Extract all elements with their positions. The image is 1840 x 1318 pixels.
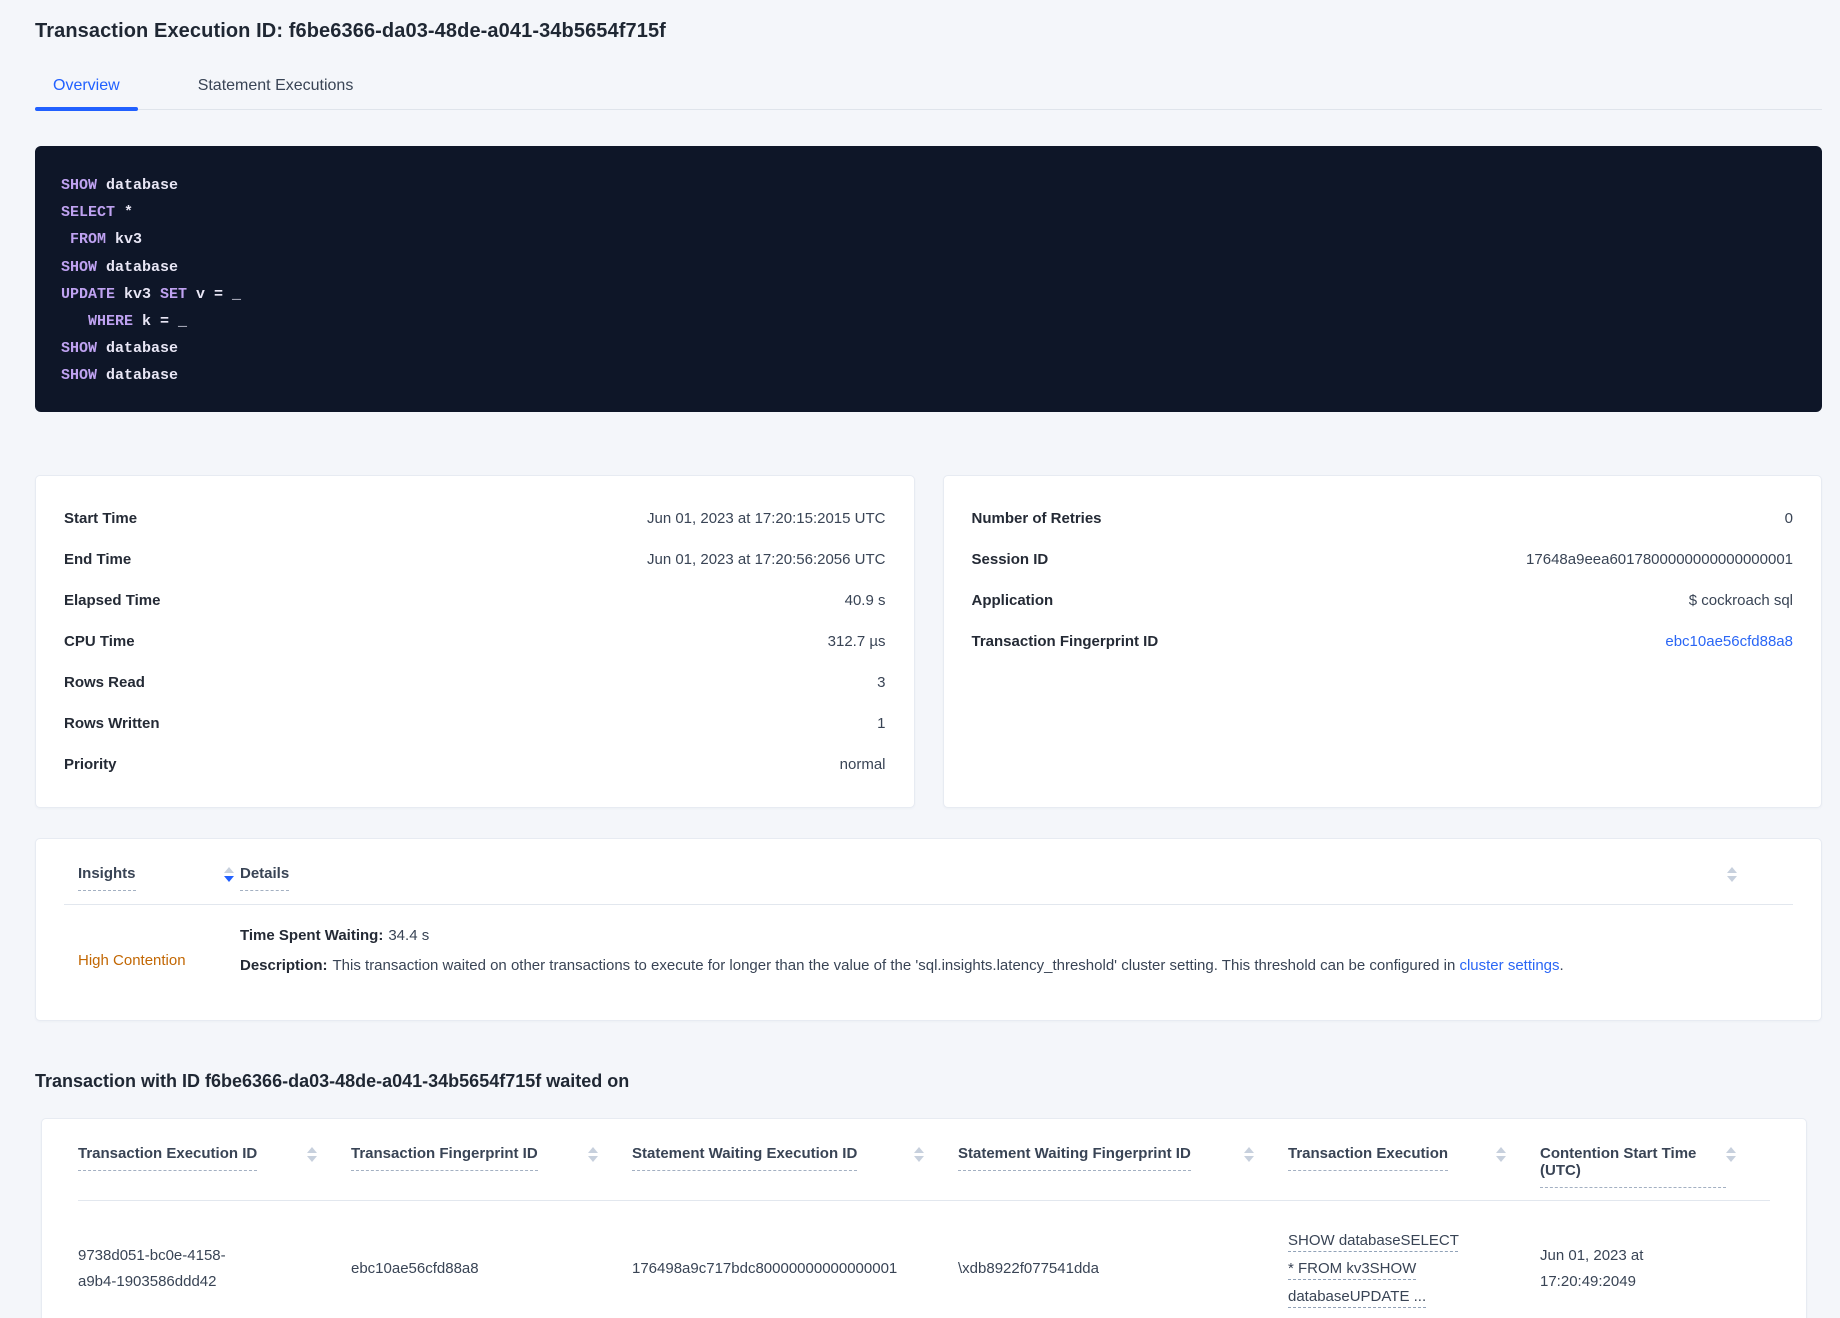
insight-row: High Contention Time Spent Waiting: 34.4 … xyxy=(64,905,1793,981)
detail-label: Session ID xyxy=(971,551,1049,568)
detail-label: Rows Written xyxy=(64,715,160,732)
detail-value: Jun 01, 2023 at 17:20:56:2056 UTC xyxy=(646,551,886,568)
cell-stmt-waiting-execution-id: 176498a9c717bdc80000000000000001 xyxy=(632,1260,898,1277)
sql-statements-box: SHOW database SELECT * FROM kv3 SHOW dat… xyxy=(35,146,1822,412)
cell-txn-execution-id: 9738d051-bc0e-4158-a9b4-1903586ddd42 xyxy=(78,1247,226,1290)
detail-value: 17648a9eea6017800000000000000001 xyxy=(1526,551,1793,568)
sql-line: SHOW database xyxy=(61,367,179,385)
sql-line: SHOW database xyxy=(61,258,179,276)
column-header-stmt-waiting-fingerprint-id[interactable]: Statement Waiting Fingerprint ID xyxy=(958,1145,1288,1188)
detail-row-txn-fingerprint-id: Transaction Fingerprint ID ebc10ae56cfd8… xyxy=(972,621,1794,662)
transaction-fingerprint-link[interactable]: ebc10ae56cfd88a8 xyxy=(1665,633,1793,650)
insights-column-label[interactable]: Insights xyxy=(78,865,136,891)
sort-icon[interactable] xyxy=(224,867,234,882)
time-spent-waiting: Time Spent Waiting: 34.4 s xyxy=(240,927,430,944)
detail-label: Rows Read xyxy=(64,674,145,691)
column-header-contention-start-time[interactable]: Contention Start Time (UTC) xyxy=(1540,1145,1770,1188)
details-column-header[interactable]: Details xyxy=(240,865,290,891)
sql-line: FROM kv3 xyxy=(70,231,143,249)
detail-value: 0 xyxy=(1784,510,1793,527)
detail-value: $ cockroach sql xyxy=(1688,592,1793,609)
detail-label: Elapsed Time xyxy=(64,592,161,609)
detail-row-start-time: Start Time Jun 01, 2023 at 17:20:15:2015… xyxy=(64,498,886,539)
detail-row-application: Application $ cockroach sql xyxy=(972,580,1794,621)
detail-row-elapsed-time: Elapsed Time 40.9 s xyxy=(64,580,886,621)
cell-contention-start-time: Jun 01, 2023 at 17:20:49:2049 xyxy=(1540,1247,1644,1290)
column-header-txn-fingerprint-id[interactable]: Transaction Fingerprint ID xyxy=(351,1145,632,1188)
insights-column-header[interactable]: Insights xyxy=(64,865,240,891)
insight-details: Time Spent Waiting: 34.4 s Description: Th… xyxy=(240,921,1793,981)
detail-value: 1 xyxy=(877,715,886,732)
transaction-execution-link[interactable]: SHOW databaseSELECT * FROM kv3SHOW datab… xyxy=(1288,1227,1466,1311)
detail-label: Transaction Fingerprint ID xyxy=(971,633,1159,650)
detail-label: Number of Retries xyxy=(971,510,1102,527)
detail-row-rows-read: Rows Read 3 xyxy=(64,662,886,703)
sql-line: UPDATE kv3 SET v = _ xyxy=(61,285,242,303)
details-column-label[interactable]: Details xyxy=(240,865,290,891)
insight-type-label: High Contention xyxy=(78,951,186,969)
detail-row-end-time: End Time Jun 01, 2023 at 17:20:56:2056 U… xyxy=(64,539,886,580)
cell-txn-fingerprint-id: ebc10ae56cfd88a8 xyxy=(351,1260,479,1277)
detail-row-rows-written: Rows Written 1 xyxy=(64,703,886,744)
sort-icon[interactable] xyxy=(307,1147,317,1162)
cell-txn-execution: SHOW databaseSELECT * FROM kv3SHOW datab… xyxy=(1288,1227,1540,1311)
sort-icon[interactable] xyxy=(1727,867,1737,882)
sort-icon[interactable] xyxy=(1726,1147,1736,1162)
column-header-txn-execution[interactable]: Transaction Execution xyxy=(1288,1145,1540,1188)
tab-bar: Overview Statement Executions xyxy=(35,77,1822,111)
page-title: Transaction Execution ID: f6be6366-da03-… xyxy=(35,20,666,42)
transaction-execution-details-page: Transaction Execution ID: f6be6366-da03-… xyxy=(0,0,1840,1318)
table-row: 9738d051-bc0e-4158-a9b4-1903586ddd42 ebc… xyxy=(78,1201,1770,1318)
insights-table-header: Insights Details xyxy=(64,839,1793,905)
sort-icon[interactable] xyxy=(588,1147,598,1162)
detail-label: CPU Time xyxy=(64,633,135,650)
sql-line: WHERE k = _ xyxy=(88,313,188,331)
waited-on-table-card: Transaction Execution ID Transaction Fin… xyxy=(41,1118,1807,1318)
sql-line: SHOW database xyxy=(61,340,179,358)
detail-value: Jun 01, 2023 at 17:20:15:2015 UTC xyxy=(646,510,886,527)
sql-line: SHOW database xyxy=(61,177,179,194)
column-header-txn-execution-id[interactable]: Transaction Execution ID xyxy=(78,1145,351,1188)
sort-icon[interactable] xyxy=(914,1147,924,1162)
column-header-stmt-waiting-execution-id[interactable]: Statement Waiting Execution ID xyxy=(632,1145,958,1188)
session-details-card: Number of Retries 0 Session ID 17648a9ee… xyxy=(942,475,1822,808)
sort-icon[interactable] xyxy=(1244,1147,1254,1162)
tab-overview[interactable]: Overview xyxy=(35,77,138,111)
tab-statement-executions[interactable]: Statement Executions xyxy=(180,77,372,109)
sort-icon[interactable] xyxy=(1496,1147,1506,1162)
cluster-settings-link[interactable]: cluster settings xyxy=(1459,957,1559,974)
detail-value: 40.9 s xyxy=(844,592,886,609)
execution-times-card: Start Time Jun 01, 2023 at 17:20:15:2015… xyxy=(35,475,915,808)
waited-on-heading: Transaction with ID f6be6366-da03-48de-a… xyxy=(35,1071,630,1091)
detail-row-priority: Priority normal xyxy=(64,744,886,785)
detail-row-session-id: Session ID 17648a9eea6017800000000000000… xyxy=(972,539,1794,580)
sql-line: SELECT * xyxy=(61,204,134,222)
summary-cards-row: Start Time Jun 01, 2023 at 17:20:15:2015… xyxy=(35,475,1822,808)
detail-row-retries: Number of Retries 0 xyxy=(972,498,1794,539)
detail-label: Application xyxy=(971,592,1054,609)
detail-value: normal xyxy=(839,756,886,773)
detail-value: 3 xyxy=(877,674,886,691)
detail-label: Start Time xyxy=(64,510,138,527)
insight-description: Description: This transaction waited on o… xyxy=(240,957,1564,974)
detail-row-cpu-time: CPU Time 312.7 µs xyxy=(64,621,886,662)
insights-table-card: Insights Details High Contention Time Sp… xyxy=(35,838,1822,1021)
detail-label: Priority xyxy=(64,756,117,773)
waited-on-table-header: Transaction Execution ID Transaction Fin… xyxy=(78,1119,1770,1201)
detail-label: End Time xyxy=(64,551,132,568)
cell-stmt-waiting-fingerprint-id: \xdb8922f077541dda xyxy=(958,1260,1099,1277)
detail-value: 312.7 µs xyxy=(827,633,886,650)
